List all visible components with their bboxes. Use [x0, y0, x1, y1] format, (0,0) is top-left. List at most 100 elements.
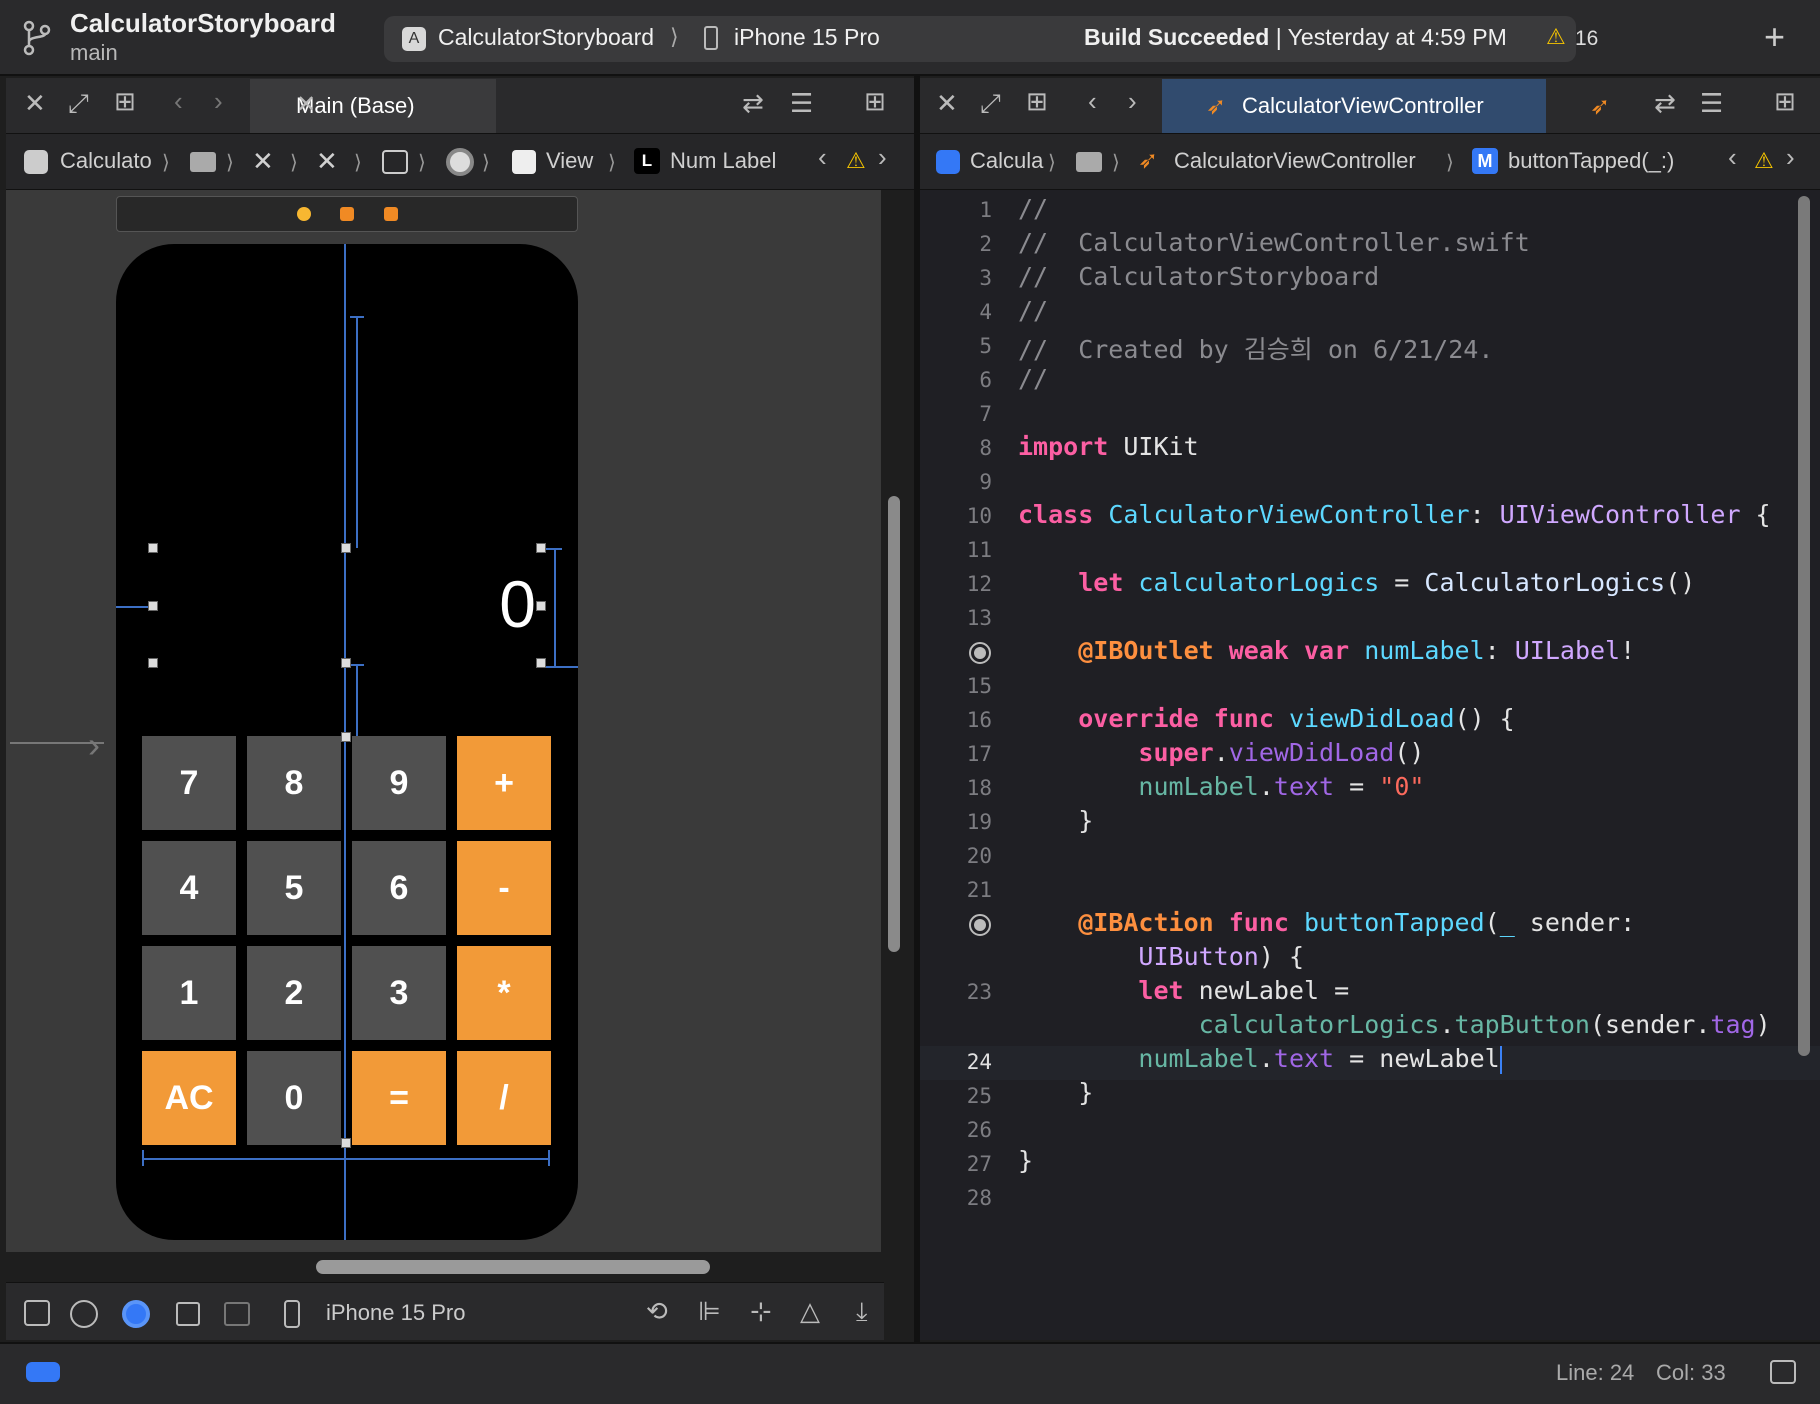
storyboard-icon[interactable]: ✕ [316, 146, 338, 177]
code-line-2[interactable]: // CalculatorViewController.swift [1018, 228, 1530, 257]
next-issue-icon[interactable]: › [878, 142, 887, 173]
source-control-branch-icon[interactable] [22, 20, 52, 56]
iphone-scene[interactable]: 0 7 8 9 + 4 5 6 - 1 2 3 * AC 0 = / [116, 244, 578, 1240]
code-line-23-wrap[interactable]: calculatorLogics.tapButton(sender.tag) [1018, 1010, 1771, 1039]
swift-file-icon[interactable]: ➶ [1590, 92, 1610, 121]
action-connection-icon[interactable] [969, 914, 991, 936]
calc-button-5[interactable]: 5 [247, 841, 341, 935]
toggle-debug-area-icon[interactable] [1770, 1360, 1796, 1384]
code-line-22[interactable]: @IBAction func buttonTapped(_ sender: [1018, 908, 1635, 937]
calc-button-minus[interactable]: - [457, 841, 551, 935]
code-line-25[interactable]: } [1018, 1078, 1093, 1107]
resize-handle[interactable] [341, 658, 351, 668]
jumpbar-view[interactable]: View [546, 148, 593, 174]
calc-button-divide[interactable]: / [457, 1051, 551, 1145]
related-items-icon[interactable]: ⊞ [114, 86, 136, 117]
warning-icon[interactable]: ⚠ [1546, 24, 1566, 50]
resize-handle[interactable] [536, 543, 546, 553]
code-line-17[interactable]: super.viewDidLoad() [1018, 738, 1424, 767]
warning-icon[interactable]: ⚠ [846, 148, 866, 174]
calc-button-7[interactable]: 7 [142, 736, 236, 830]
calc-button-3[interactable]: 3 [352, 946, 446, 1040]
code-line-27[interactable]: } [1018, 1146, 1033, 1175]
expand-icon[interactable]: ⤢ [68, 88, 89, 120]
code-line-19[interactable]: } [1018, 806, 1093, 835]
calc-button-multiply[interactable]: * [457, 946, 551, 1040]
first-responder-icon[interactable] [340, 207, 354, 221]
calc-button-equals[interactable]: = [352, 1051, 446, 1145]
previous-issue-icon[interactable]: ‹ [1728, 142, 1737, 173]
code-line-16[interactable]: override func viewDidLoad() { [1018, 704, 1515, 733]
jumpbar-file[interactable]: CalculatorViewController [1174, 148, 1416, 174]
code-line-8[interactable]: import UIKit [1018, 432, 1199, 461]
appearance-icon[interactable] [122, 1300, 150, 1328]
previous-issue-icon[interactable]: ‹ [818, 142, 827, 173]
warning-icon[interactable]: ⚠ [1754, 148, 1774, 174]
resolve-autolayout-icon[interactable]: △ [800, 1296, 820, 1327]
run-destination-selector[interactable]: iPhone 15 Pro [734, 24, 880, 51]
view-controller-dock-icon[interactable] [297, 207, 311, 221]
resize-handle[interactable] [341, 543, 351, 553]
swap-icon[interactable]: ⇄ [742, 88, 764, 119]
swap-icon[interactable]: ⇄ [1654, 88, 1676, 119]
code-line-10[interactable]: class CalculatorViewController: UIViewCo… [1018, 500, 1771, 529]
resize-handle[interactable] [536, 601, 546, 611]
adjust-editor-icon[interactable]: ☰ [1700, 88, 1723, 119]
close-editor-icon[interactable]: ✕ [936, 88, 958, 119]
resize-handle[interactable] [536, 658, 546, 668]
size-class-icon[interactable] [224, 1302, 250, 1326]
orientation-icon[interactable] [176, 1302, 200, 1326]
outlet-connection-icon[interactable] [969, 642, 991, 664]
close-editor-icon[interactable]: ✕ [24, 88, 46, 119]
canvas-vertical-scrollbar[interactable] [888, 496, 900, 952]
calc-button-ac[interactable]: AC [142, 1051, 236, 1145]
jumpbar-method[interactable]: buttonTapped(_:) [1508, 148, 1674, 174]
storyboard-icon[interactable]: ✕ [252, 146, 274, 177]
scene-icon[interactable] [382, 150, 408, 174]
iphone-device-icon[interactable] [704, 26, 718, 50]
resize-handle[interactable] [148, 543, 158, 553]
code-line-6[interactable]: // [1018, 364, 1048, 393]
align-icon[interactable]: ⊫ [698, 1296, 721, 1327]
warning-count[interactable]: 16 [1575, 27, 1598, 51]
expand-icon[interactable]: ⤢ [980, 88, 1001, 120]
code-line-18[interactable]: numLabel.text = "0" [1018, 772, 1424, 801]
add-library-button[interactable]: + [1764, 16, 1785, 58]
debug-area-badge[interactable] [26, 1362, 60, 1382]
calc-button-plus[interactable]: + [457, 736, 551, 830]
method-icon[interactable]: M [1472, 148, 1498, 174]
resize-handle[interactable] [148, 601, 158, 611]
code-line-24[interactable]: numLabel.text = newLabel [1018, 1044, 1502, 1074]
calc-button-6[interactable]: 6 [352, 841, 446, 935]
accessibility-icon[interactable] [70, 1300, 98, 1328]
label-icon[interactable]: L [634, 148, 660, 174]
device-icon[interactable] [284, 1300, 300, 1328]
add-constraints-icon[interactable]: ⊹ [750, 1296, 772, 1327]
jumpbar-num-label[interactable]: Num Label [670, 148, 776, 174]
calc-button-0[interactable]: 0 [247, 1051, 341, 1145]
document-outline-icon[interactable] [24, 1300, 50, 1326]
forward-chevron-icon[interactable]: › [214, 86, 223, 117]
related-items-icon[interactable]: ⊞ [1026, 86, 1048, 117]
resize-handle[interactable] [148, 658, 158, 668]
scheme-selector[interactable]: CalculatorStoryboard [438, 24, 654, 51]
add-editor-icon[interactable]: ⊞ [864, 86, 886, 117]
app-target-icon[interactable]: A [402, 27, 426, 51]
editor-vertical-scrollbar[interactable] [1798, 196, 1810, 1056]
calc-button-8[interactable]: 8 [247, 736, 341, 830]
code-line-3[interactable]: // CalculatorStoryboard [1018, 262, 1379, 291]
view-controller-icon[interactable] [446, 148, 474, 176]
jumpbar-project[interactable]: Calculato [60, 148, 152, 174]
jumpbar-project[interactable]: Calcula [970, 148, 1043, 174]
canvas-horizontal-scrollbar[interactable] [316, 1260, 710, 1274]
calc-button-2[interactable]: 2 [247, 946, 341, 1040]
folder-icon[interactable] [190, 152, 216, 172]
exit-icon[interactable] [384, 207, 398, 221]
adjust-editor-icon[interactable]: ☰ [790, 88, 813, 119]
back-chevron-icon[interactable]: ‹ [174, 86, 183, 117]
code-line-14[interactable]: @IBOutlet weak var numLabel: UILabel! [1018, 636, 1635, 665]
code-line-5[interactable]: // Created by 김승희 on 6/21/24. [1018, 330, 1493, 366]
tab-main-storyboard[interactable]: Main (Base) [250, 79, 496, 133]
update-frames-icon[interactable]: ⟲ [646, 1296, 668, 1327]
next-issue-icon[interactable]: › [1786, 142, 1795, 173]
